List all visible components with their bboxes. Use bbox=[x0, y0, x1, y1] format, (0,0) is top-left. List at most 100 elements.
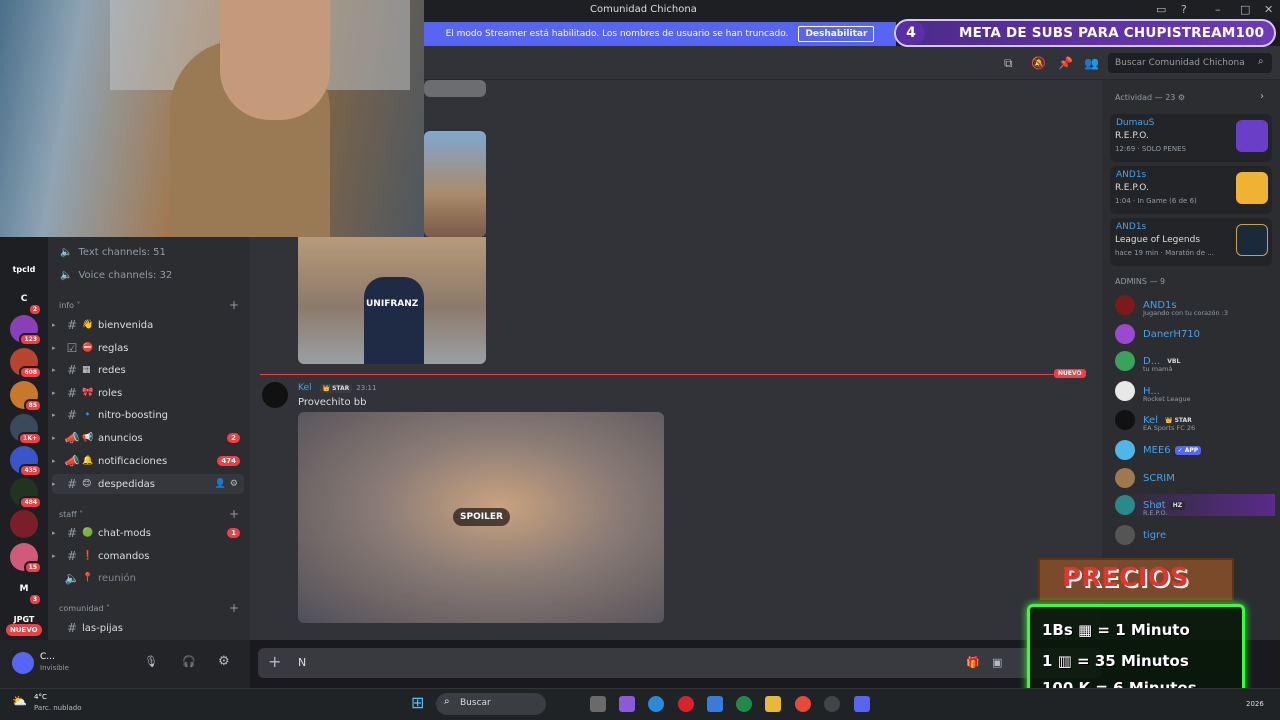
discord-icon[interactable] bbox=[854, 696, 870, 712]
channel-despedidas[interactable]: ▸ # 😊 despedidas 👤 ⚙ bbox=[52, 474, 244, 494]
member-item[interactable]: AND1s Jugando con tu corazón :3 bbox=[1115, 294, 1228, 317]
disable-streamer-button[interactable]: Deshabilitar bbox=[798, 26, 875, 42]
channel-reunion[interactable]: 🔈 📍 reunión bbox=[52, 568, 244, 588]
composer-input[interactable]: N bbox=[298, 656, 306, 669]
member-item[interactable]: tigre bbox=[1115, 524, 1166, 546]
hash-icon: # bbox=[66, 318, 78, 332]
server-icon[interactable]: 15 bbox=[10, 543, 42, 574]
pin-icon[interactable]: 📌 bbox=[1058, 56, 1073, 70]
server-icon[interactable]: 85 bbox=[10, 381, 42, 412]
microphone-icon[interactable]: 🎙 bbox=[144, 655, 158, 668]
help-icon[interactable]: ? bbox=[1181, 3, 1187, 16]
new-badge: NUEVO bbox=[6, 624, 42, 636]
mention-badge: 2 bbox=[227, 433, 240, 443]
server-badge: 85 bbox=[23, 399, 42, 412]
server-icon[interactable]: 435 bbox=[10, 446, 42, 477]
invite-icon[interactable]: 👤 bbox=[215, 479, 226, 489]
member-item[interactable]: Shøt HZ R.E.P.O. bbox=[1115, 494, 1275, 517]
windows-taskbar bbox=[0, 688, 1280, 720]
opera-icon[interactable] bbox=[678, 696, 694, 712]
edge-icon[interactable] bbox=[648, 696, 664, 712]
role-tag: 👑 STAR bbox=[319, 383, 353, 393]
channel-label: anuncios bbox=[98, 432, 143, 444]
member-item[interactable]: SCRIM bbox=[1115, 467, 1175, 489]
announcement-icon: 📣 bbox=[64, 431, 80, 445]
gift-icon[interactable]: 🎁 bbox=[966, 656, 980, 669]
threads-icon[interactable]: ⧉ bbox=[1004, 56, 1013, 71]
search-input[interactable]: Buscar Comunidad Chichona bbox=[1108, 53, 1272, 73]
message-time: 23:11 bbox=[356, 384, 377, 392]
gif-icon[interactable]: ▣ bbox=[992, 656, 1002, 669]
member-item[interactable]: D... VBL tu mamá bbox=[1115, 350, 1184, 373]
copilot-icon[interactable] bbox=[619, 696, 635, 712]
weather-temp: 4°C bbox=[34, 693, 47, 701]
member-item[interactable]: H... Rocket League bbox=[1115, 380, 1191, 403]
add-channel-icon[interactable]: + bbox=[229, 601, 239, 615]
channel-label: chat-mods bbox=[98, 527, 151, 539]
channel-bienvenida[interactable]: ▸ # 👋 bienvenida bbox=[52, 315, 244, 335]
start-icon[interactable]: ⊞ bbox=[411, 693, 424, 712]
channel-roles[interactable]: ▸ # 🎀 roles bbox=[52, 383, 244, 403]
channel-nitro-boosting[interactable]: ▸ # 🔹 nitro-boosting bbox=[52, 405, 244, 425]
category-info[interactable]: info ˅ bbox=[59, 301, 81, 310]
server-icon[interactable]: 608 bbox=[10, 348, 42, 379]
add-attachment-icon[interactable]: + bbox=[268, 652, 281, 671]
settings-gear-icon[interactable]: ⚙ bbox=[218, 654, 230, 669]
category-comunidad[interactable]: comunidad ˅ bbox=[59, 604, 110, 613]
server-icon-active[interactable]: 484 bbox=[10, 478, 42, 509]
gear-icon[interactable]: ⚙ bbox=[230, 479, 238, 489]
chevron-icon: ▸ bbox=[52, 457, 56, 465]
server-icon[interactable]: 1K+ bbox=[10, 414, 42, 445]
channel-reglas[interactable]: ▸ ☑ ⛔ reglas bbox=[52, 338, 244, 358]
attachment-image[interactable] bbox=[424, 80, 486, 97]
channel-comandos[interactable]: ▸ # ❗ comandos bbox=[52, 546, 244, 566]
channel-las-pijas[interactable]: # las-pijas bbox=[52, 618, 244, 638]
avatar[interactable] bbox=[12, 652, 34, 674]
activity-card[interactable]: AND1s R.E.P.O. 1:04 · In Game (6 de 6) bbox=[1110, 166, 1272, 214]
app-icon[interactable] bbox=[736, 696, 752, 712]
chrome-icon[interactable] bbox=[795, 696, 811, 712]
close-icon[interactable]: ✕ bbox=[1264, 3, 1273, 16]
channel-redes[interactable]: ▸ # ▦ redes bbox=[52, 360, 244, 380]
server-icon[interactable]: 123 bbox=[10, 315, 42, 346]
spoiler-image[interactable]: SPOILER bbox=[298, 412, 664, 623]
channel-notificaciones[interactable]: ▸ 📣 🔔 notificaciones 474 bbox=[52, 451, 244, 471]
maximize-icon[interactable]: □ bbox=[1240, 3, 1250, 16]
chevron-right-icon[interactable]: › bbox=[1260, 91, 1264, 102]
server-tpcld[interactable]: tpcld bbox=[10, 255, 38, 283]
store-icon[interactable] bbox=[707, 696, 723, 712]
streamer-banner-text: El modo Streamer está habilitado. Los no… bbox=[445, 29, 789, 39]
server-icon[interactable] bbox=[10, 510, 38, 538]
mute-icon[interactable]: 🔕 bbox=[1031, 56, 1046, 70]
activity-game: R.E.P.O. bbox=[1115, 183, 1149, 193]
obs-icon[interactable] bbox=[824, 696, 840, 712]
message-composer[interactable]: + N 🎁 ▣ bbox=[258, 648, 1102, 678]
message-author[interactable]: Kel bbox=[298, 383, 312, 393]
activity-card[interactable]: DumauS R.E.P.O. 12:69 · SOLO PENES bbox=[1110, 114, 1272, 162]
taskbar-search[interactable]: Buscar bbox=[436, 693, 546, 715]
add-channel-icon[interactable]: + bbox=[229, 507, 239, 521]
activity-card[interactable]: AND1s League of Legends hace 19 min · Ma… bbox=[1110, 218, 1272, 266]
add-channel-icon[interactable]: + bbox=[229, 298, 239, 312]
member-item[interactable]: Kel 👑 STAR EA Sports FC 26 bbox=[1115, 409, 1195, 432]
avatar bbox=[1115, 410, 1135, 430]
member-item[interactable]: DanerH710 bbox=[1115, 323, 1200, 345]
member-item[interactable]: MEE6 ✓ APP bbox=[1115, 439, 1202, 461]
members-icon[interactable]: 👥 bbox=[1084, 56, 1099, 70]
server-m[interactable]: M3 bbox=[10, 575, 42, 606]
attachment-image[interactable] bbox=[424, 131, 486, 237]
folder-icon[interactable] bbox=[765, 696, 781, 712]
headphones-icon[interactable]: 🎧 bbox=[182, 655, 196, 668]
attachment-image[interactable]: UNIFRANZ bbox=[298, 237, 486, 364]
inbox-icon[interactable]: ▭ bbox=[1156, 3, 1166, 16]
server-c[interactable]: C2 bbox=[10, 285, 42, 316]
chevron-icon: ▸ bbox=[52, 552, 56, 560]
task-view-icon[interactable] bbox=[590, 696, 606, 712]
minimize-icon[interactable]: – bbox=[1215, 3, 1221, 16]
channel-anuncios[interactable]: ▸ 📣 📢 anuncios 2 bbox=[52, 428, 244, 448]
category-staff[interactable]: staff ˅ bbox=[59, 510, 83, 519]
channel-chat-mods[interactable]: ▸ # 🟢 chat-mods 1 bbox=[52, 523, 244, 543]
channel-label: reglas bbox=[98, 342, 129, 354]
message-avatar[interactable] bbox=[262, 382, 288, 408]
weather-icon[interactable]: ⛅ bbox=[12, 694, 27, 708]
